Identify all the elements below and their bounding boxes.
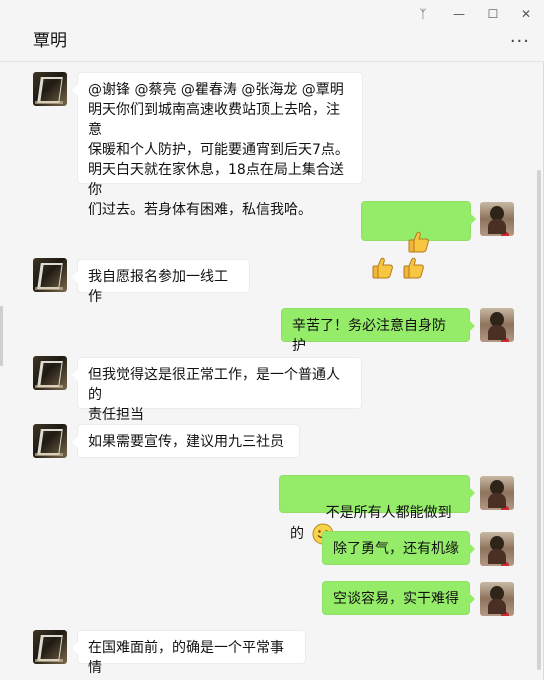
- maximize-icon[interactable]: ☐: [479, 4, 507, 24]
- avatar[interactable]: [480, 202, 514, 236]
- message-bubble: 我自愿报名参加一线工作: [72, 259, 250, 305]
- message-bubble: @谢锋 @蔡亮 @瞿春涛 @张海龙 @覃明 明天你们到城南高速收费站顶上去哈，注…: [72, 72, 363, 218]
- message-scrollbar[interactable]: [535, 170, 543, 670]
- minimize-icon[interactable]: —: [445, 4, 473, 24]
- chat-title: 覃明: [33, 31, 67, 51]
- pin-icon[interactable]: ᛉ: [409, 4, 437, 24]
- thumbs-up-icon: [401, 255, 427, 281]
- avatar[interactable]: [480, 308, 514, 342]
- avatar[interactable]: [33, 424, 67, 458]
- avatar[interactable]: [33, 630, 67, 664]
- chat-window: 覃明 ᛉ — ☐ ✕ ... @谢锋 @蔡亮 @瞿春涛 @张海龙 @覃明 明天你…: [0, 0, 544, 680]
- message-bubble: 除了勇气，还有机缘: [322, 531, 475, 565]
- thumbs-up-icon: [406, 229, 432, 255]
- message-bubble: 辛苦了！务必注意自身防护: [281, 308, 475, 354]
- more-options-icon[interactable]: ...: [510, 26, 530, 47]
- message-bubble: 在国难面前，的确是一个平常事情: [72, 630, 306, 676]
- message-list: @谢锋 @蔡亮 @瞿春涛 @张海龙 @覃明 明天你们到城南高速收费站顶上去哈，注…: [0, 62, 536, 680]
- close-icon[interactable]: ✕: [512, 4, 540, 24]
- message-bubble: [361, 201, 476, 279]
- message-bubble: 不是所有人都能做到的: [279, 475, 475, 545]
- avatar[interactable]: [480, 582, 514, 616]
- message-bubble: 如果需要宣传，建议用九三社员: [72, 424, 300, 458]
- message-bubble: 空谈容易，实干难得: [322, 581, 475, 615]
- avatar[interactable]: [33, 258, 67, 292]
- avatar[interactable]: [33, 356, 67, 390]
- message-bubble: 但我觉得这是很正常工作，是一个普通人的 责任担当: [72, 357, 362, 423]
- scrollbar-thumb[interactable]: [537, 170, 541, 670]
- chat-header: 覃明 ᛉ — ☐ ✕ ...: [0, 0, 544, 62]
- thumbs-up-icon: [370, 255, 396, 281]
- avatar[interactable]: [33, 72, 67, 106]
- avatar[interactable]: [480, 476, 514, 510]
- avatar[interactable]: [480, 532, 514, 566]
